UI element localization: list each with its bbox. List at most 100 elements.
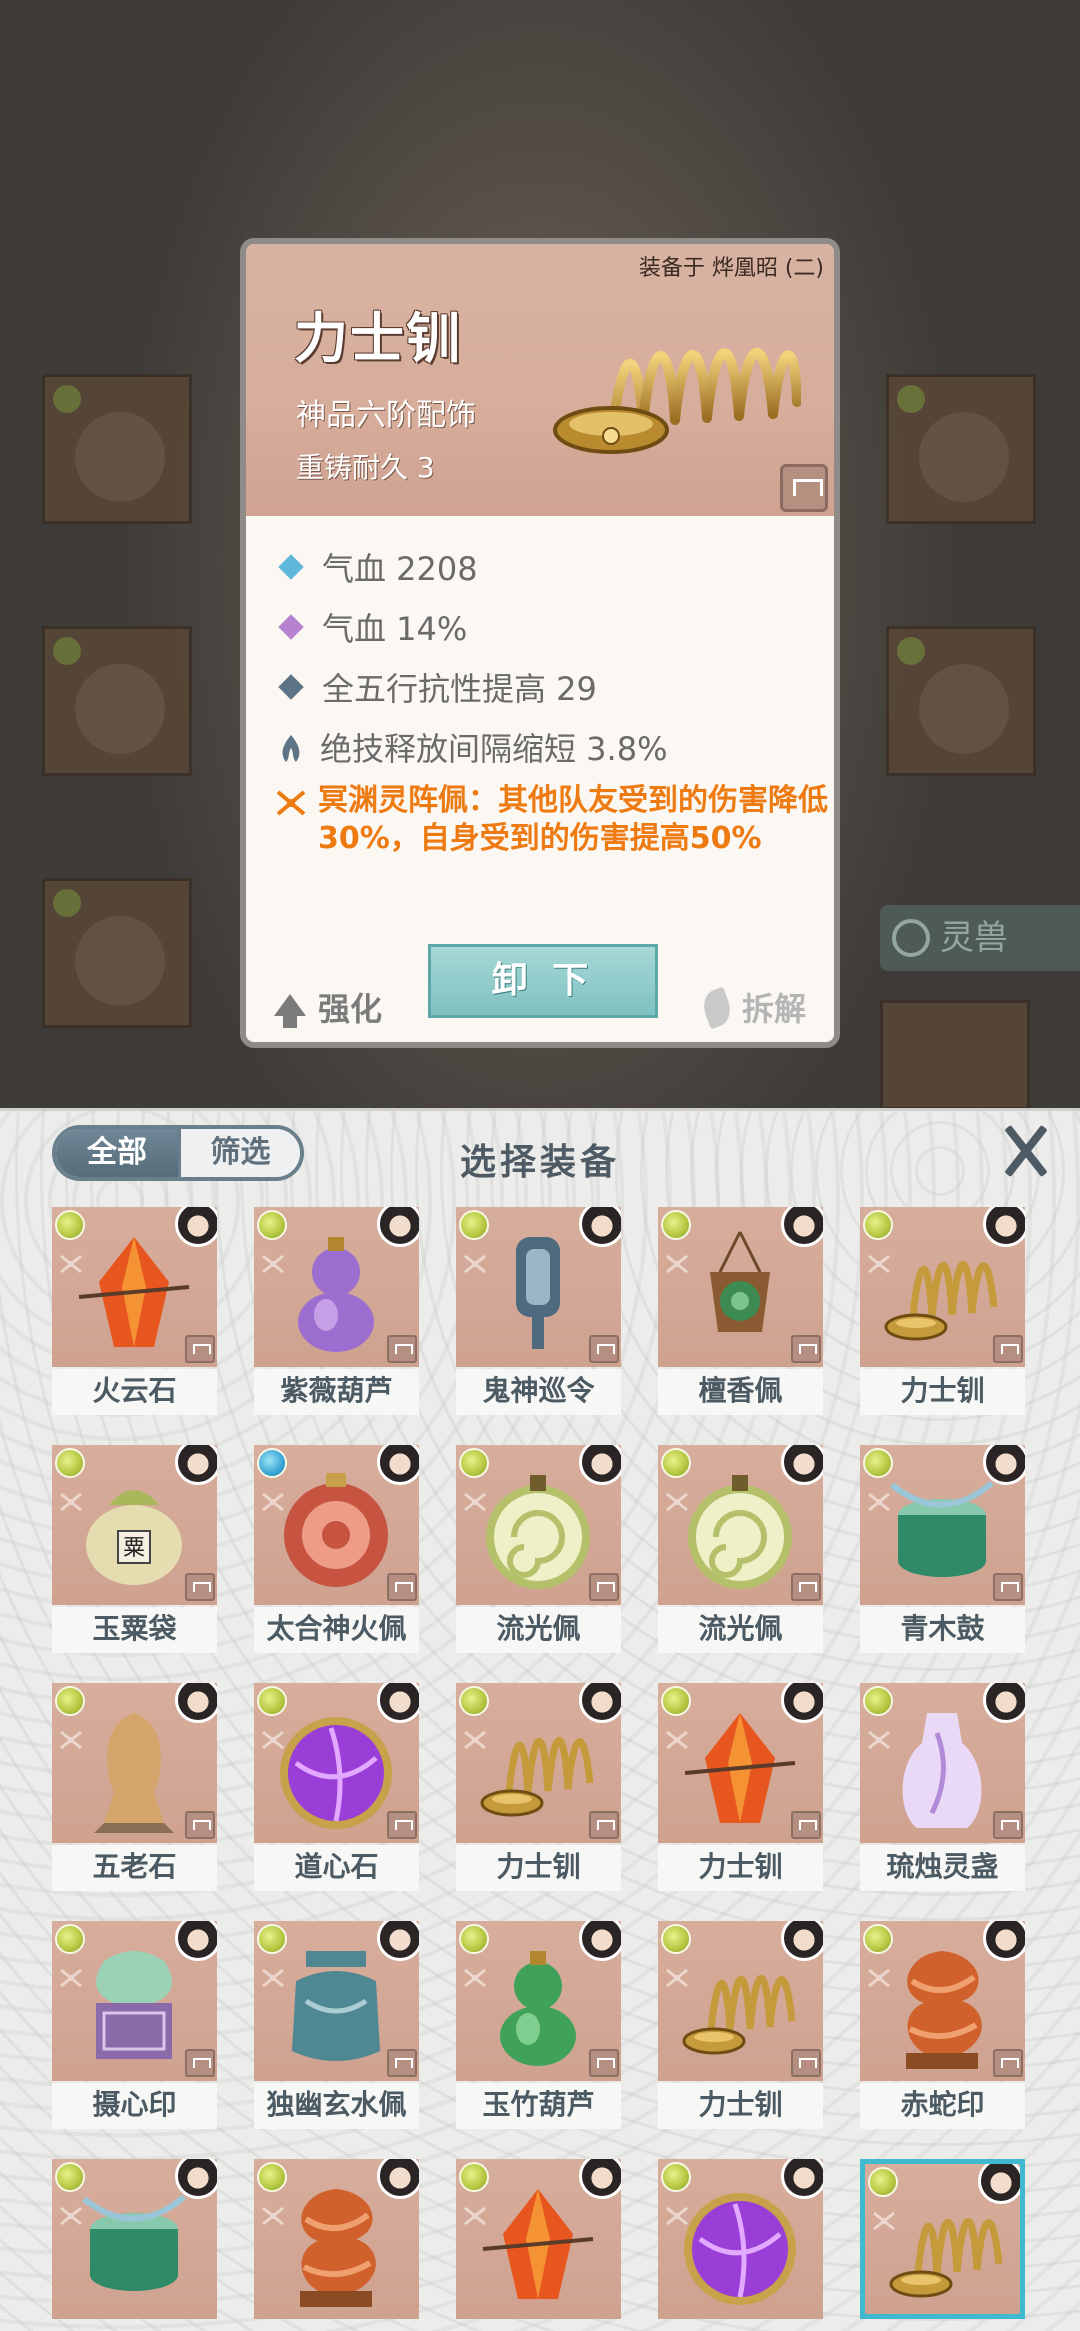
swirl-item-icon [486, 1475, 590, 1589]
equipment-item[interactable]: 火云石 [52, 1207, 217, 1415]
element-gem-icon [863, 1686, 893, 1716]
equip-slot[interactable] [42, 878, 192, 1028]
lock-icon[interactable] [780, 464, 828, 512]
element-gem-icon [53, 637, 81, 665]
owner-avatar [978, 2164, 1020, 2204]
snake-item-icon [300, 2189, 376, 2307]
set-mark-icon [262, 1254, 284, 1274]
equipment-item[interactable] [52, 2159, 217, 2331]
close-icon[interactable] [1000, 1125, 1052, 1177]
equip-thumbnail [919, 412, 1009, 502]
stone-item-icon [94, 1713, 174, 1833]
enhance-button[interactable]: 强化 [274, 984, 382, 1034]
equipment-item[interactable] [456, 2159, 621, 2331]
token-item-icon [516, 1237, 560, 1349]
item-thumbnail [52, 1683, 217, 1843]
item-thumbnail [456, 1207, 621, 1367]
item-name: 力士钏 [456, 1845, 621, 1891]
element-gem-icon [53, 385, 81, 413]
equipment-item[interactable]: 力士钏 [658, 1683, 823, 1891]
item-thumbnail: 粟 [52, 1445, 217, 1605]
item-name: 太合神火佩 [254, 1607, 419, 1653]
equipment-item[interactable]: 太合神火佩 [254, 1445, 419, 1653]
equipment-item[interactable]: 力士钏 [658, 1921, 823, 2129]
equipment-item[interactable]: 粟玉粟袋 [52, 1445, 217, 1653]
set-mark-icon [262, 1492, 284, 1512]
set-mark-icon [262, 1968, 284, 1988]
item-thumbnail [860, 2159, 1025, 2319]
item-thumbnail [456, 2159, 621, 2319]
dismantle-button[interactable]: 拆解 [698, 984, 806, 1030]
equipment-detail-card: 装备于 烨凰昭 (二) 力士钏 神品六阶配饰 重铸耐久 3 气血 2208 气血… [240, 238, 840, 1048]
spirit-beast-tab[interactable]: 灵兽 [880, 905, 1080, 971]
equip-slot[interactable] [886, 374, 1036, 524]
equipment-item[interactable]: 玉竹葫芦 [456, 1921, 621, 2129]
lock-icon [589, 1573, 619, 1601]
equipment-item[interactable]: 赤蛇印 [860, 1921, 1025, 2129]
lock-icon [791, 2049, 821, 2077]
set-mark-icon [666, 1492, 688, 1512]
element-gem-icon [661, 1210, 691, 1240]
element-gem-icon [459, 1924, 489, 1954]
item-thumbnail [52, 1207, 217, 1367]
pendant-item-icon [710, 1231, 770, 1332]
item-thumbnail [658, 2159, 823, 2319]
set-mark-icon [464, 1730, 486, 1750]
equip-thumbnail [75, 664, 165, 754]
equip-slot[interactable] [886, 626, 1036, 776]
equip-slot[interactable] [880, 1000, 1030, 1110]
equipment-item[interactable]: 鬼神巡令 [456, 1207, 621, 1415]
item-thumbnail [860, 1921, 1025, 2081]
item-name: 火云石 [52, 1369, 217, 1415]
element-gem-icon [897, 385, 925, 413]
set-mark-icon [60, 1492, 82, 1512]
unequip-button[interactable]: 卸 下 [428, 944, 658, 1018]
equip-slot[interactable] [42, 626, 192, 776]
set-mark-icon [60, 2206, 82, 2226]
equipment-item[interactable]: 力士钏 [860, 1207, 1025, 1415]
equipment-item[interactable]: 摄心印 [52, 1921, 217, 2129]
diamond-icon [278, 674, 304, 700]
equipment-item[interactable]: 流光佩 [456, 1445, 621, 1653]
equipment-item[interactable]: 五老石 [52, 1683, 217, 1891]
item-name: 玉粟袋 [52, 1607, 217, 1653]
item-thumbnail [254, 1445, 419, 1605]
item-name: 流光佩 [456, 1607, 621, 1653]
card-header: 装备于 烨凰昭 (二) 力士钏 神品六阶配饰 重铸耐久 3 [246, 244, 834, 516]
lock-icon [791, 1335, 821, 1363]
lock-icon [791, 1811, 821, 1839]
equipment-item[interactable]: 独幽玄水佩 [254, 1921, 419, 2129]
bag-item-icon: 粟 [86, 1490, 182, 1585]
set-mark-icon [868, 1968, 890, 1988]
item-name: 力士钏 [294, 307, 462, 370]
equip-slot[interactable] [42, 374, 192, 524]
element-gem-icon [459, 2162, 489, 2192]
equipment-item[interactable] [254, 2159, 419, 2331]
up-arrow-icon [274, 994, 306, 1028]
stat-text: 绝技释放间隔缩短 3.8% [320, 730, 668, 768]
element-gem-icon [863, 1210, 893, 1240]
item-name: 青木鼓 [860, 1607, 1025, 1653]
item-thumbnail [52, 2159, 217, 2319]
set-mark-icon [868, 1492, 890, 1512]
equipment-item[interactable]: 琉烛灵盏 [860, 1683, 1025, 1891]
equipment-item[interactable]: 力士钏 [456, 1683, 621, 1891]
element-gem-icon [459, 1448, 489, 1478]
equipment-item[interactable] [860, 2159, 1025, 2331]
set-mark-icon [60, 1968, 82, 1988]
element-gem-icon [863, 1924, 893, 1954]
element-gem-icon [55, 1686, 85, 1716]
item-grade: 神品六阶配饰 [296, 398, 476, 433]
equipment-item[interactable]: 紫薇葫芦 [254, 1207, 419, 1415]
lock-icon [993, 2049, 1023, 2077]
diamond-icon [278, 554, 304, 580]
item-thumbnail [658, 1207, 823, 1367]
equipment-item[interactable]: 青木鼓 [860, 1445, 1025, 1653]
equipment-item[interactable]: 道心石 [254, 1683, 419, 1891]
disc-item-icon [284, 1473, 388, 1587]
equipment-item[interactable] [658, 2159, 823, 2331]
snake-item-icon [906, 1951, 982, 2069]
equipment-item[interactable]: 檀香佩 [658, 1207, 823, 1415]
equipment-item[interactable]: 流光佩 [658, 1445, 823, 1653]
skill-flame-icon [282, 735, 300, 762]
